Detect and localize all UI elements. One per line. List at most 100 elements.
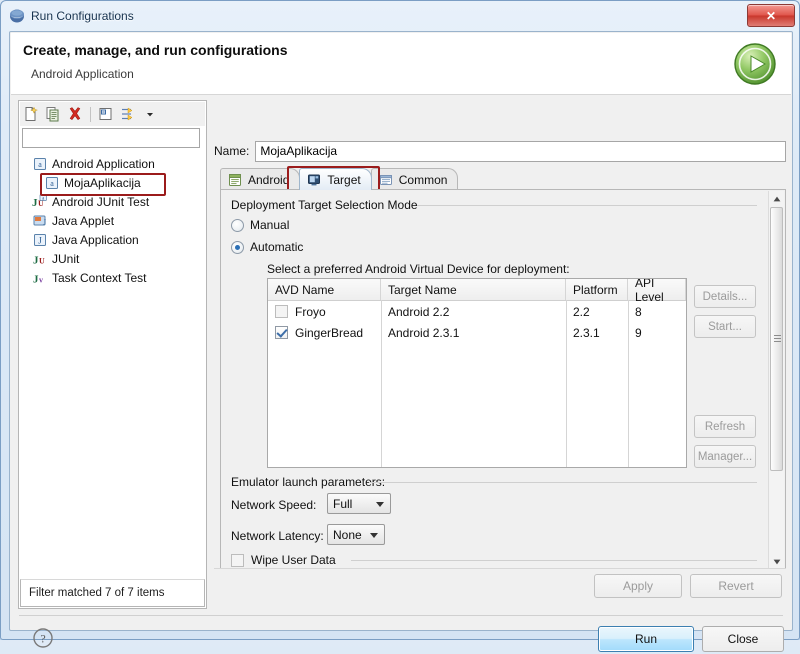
android-tab-icon (227, 172, 243, 188)
configurations-tree[interactable]: a Android Application a MojaAplikacija J… (22, 154, 200, 574)
column-header-avd-name[interactable]: AVD Name (268, 279, 381, 300)
run-button[interactable]: Run (598, 626, 694, 652)
radio-manual[interactable]: Manual (231, 218, 289, 232)
column-header-api-level[interactable]: API Level (628, 279, 686, 304)
tree-item-label: JUnit (52, 251, 80, 266)
avd-name-cell[interactable]: Froyo (268, 301, 381, 322)
emulator-params-group-label: Emulator launch parameters: (231, 475, 386, 489)
column-divider (686, 300, 687, 467)
help-question-icon[interactable]: ? (32, 627, 54, 649)
editor-footer-divider (214, 568, 786, 569)
row-checkbox-froyo[interactable] (275, 305, 288, 318)
table-row[interactable]: Froyo Android 2.2 2.2 8 (268, 301, 686, 322)
toolbar-separator (90, 106, 91, 122)
tab-target[interactable]: Target (299, 168, 372, 190)
filter-icon[interactable] (117, 104, 139, 124)
avd-name-text: Froyo (295, 304, 326, 319)
svg-text:U: U (39, 256, 45, 265)
revert-button[interactable]: Revert (690, 574, 782, 598)
row-checkbox-gingerbread[interactable] (275, 326, 288, 339)
scroll-down-button[interactable] (769, 554, 784, 568)
refresh-button[interactable]: Refresh (694, 415, 756, 438)
configurations-toolbar (20, 102, 205, 126)
tree-item-label: Task Context Test (52, 270, 147, 285)
network-latency-label: Network Latency: (231, 529, 324, 543)
scroll-up-button[interactable] (769, 191, 784, 206)
details-button[interactable]: Details... (694, 285, 756, 308)
column-header-platform[interactable]: Platform (566, 279, 628, 300)
filter-status-text: Filter matched 7 of 7 items (29, 587, 165, 599)
java-applet-icon: J (32, 213, 48, 229)
configuration-editor-panel: Name: MojaAplikacija Android Target Comm… (214, 100, 786, 609)
tree-item-label: Java Applet (52, 213, 115, 228)
column-header-target-name[interactable]: Target Name (381, 279, 566, 300)
eclipse-run-icon (9, 8, 25, 24)
target-panel-scrollbar[interactable] (768, 191, 784, 568)
network-speed-select[interactable]: Full (327, 493, 391, 514)
target-tab-panel: Deployment Target Selection Mode Manual … (220, 189, 786, 569)
duplicate-configuration-icon[interactable] (42, 104, 64, 124)
avd-name-cell[interactable]: GingerBread (268, 322, 381, 343)
svg-text:a: a (50, 179, 54, 188)
api-level-cell: 9 (635, 325, 642, 340)
tree-item-java-application[interactable]: J Java Application (22, 230, 200, 249)
tree-item-mojaaplikacija[interactable]: a MojaAplikacija (22, 173, 200, 192)
tree-item-label: Android JUnit Test (52, 194, 150, 209)
radio-automatic[interactable]: Automatic (231, 240, 303, 254)
close-window-button[interactable]: ✕ (747, 4, 795, 27)
wipe-user-data-label: Wipe User Data (251, 553, 336, 567)
tree-item-android-junit-test[interactable]: J U a Android JUnit Test (22, 192, 200, 211)
tree-item-junit[interactable]: J U JUnit (22, 249, 200, 268)
apply-button[interactable]: Apply (594, 574, 682, 598)
page-title: Create, manage, and run configurations (23, 42, 288, 58)
tree-item-android-application[interactable]: a Android Application (22, 154, 200, 173)
common-tab-icon (378, 172, 394, 188)
tab-common[interactable]: Common (370, 168, 459, 190)
wipe-user-data-checkbox-row[interactable]: Wipe User Data (231, 553, 336, 567)
tree-item-java-applet[interactable]: J Java Applet (22, 211, 200, 230)
window-title: Run Configurations (31, 9, 134, 23)
android-app-icon: a (32, 156, 48, 172)
avd-table[interactable]: AVD Name Target Name Platform API Level … (267, 278, 687, 468)
close-button[interactable]: Close (702, 626, 784, 652)
radio-manual-label: Manual (250, 218, 290, 232)
network-latency-value: None (333, 527, 362, 542)
start-button[interactable]: Start... (694, 315, 756, 338)
dialog-footer-divider (19, 615, 783, 616)
name-input[interactable] (255, 140, 786, 162)
filter-input[interactable] (22, 128, 200, 148)
dialog-header: Create, manage, and run configurations A… (11, 33, 791, 95)
target-name-cell: Android 2.3.1 (388, 325, 460, 340)
chevron-down-icon (376, 502, 384, 507)
radio-manual-indicator[interactable] (231, 218, 244, 232)
radio-automatic-label: Automatic (250, 240, 304, 254)
scrollbar-thumb[interactable] (770, 207, 783, 471)
network-latency-select[interactable]: None (327, 524, 385, 545)
column-divider (381, 300, 382, 467)
android-app-icon: a (44, 175, 60, 191)
new-configuration-icon[interactable] (20, 104, 42, 124)
svg-text:v: v (39, 275, 43, 284)
name-row: Name: (214, 140, 786, 162)
group-divider (369, 482, 757, 483)
tree-item-task-context-test[interactable]: J v Task Context Test (22, 268, 200, 287)
svg-text:J: J (43, 218, 46, 227)
tab-android[interactable]: Android (220, 168, 301, 190)
manager-button[interactable]: Manager... (694, 445, 756, 468)
java-app-icon: J (32, 232, 48, 248)
junit-icon: J U (32, 251, 48, 267)
delete-configuration-icon[interactable] (64, 104, 86, 124)
radio-automatic-indicator[interactable] (231, 240, 244, 254)
svg-text:a: a (38, 160, 42, 169)
collapse-all-icon[interactable] (95, 104, 117, 124)
target-name-cell: Android 2.2 (388, 304, 450, 319)
dialog-client-area: Create, manage, and run configurations A… (9, 31, 793, 652)
table-row[interactable]: GingerBread Android 2.3.1 2.3.1 9 (268, 322, 686, 343)
column-divider (628, 300, 629, 467)
tree-item-label: Java Application (52, 232, 139, 247)
chevron-down-icon[interactable] (139, 104, 161, 124)
network-speed-value: Full (333, 496, 353, 511)
wipe-user-data-checkbox[interactable] (231, 553, 244, 567)
group-divider (417, 205, 757, 206)
tab-label: Target (327, 172, 361, 187)
